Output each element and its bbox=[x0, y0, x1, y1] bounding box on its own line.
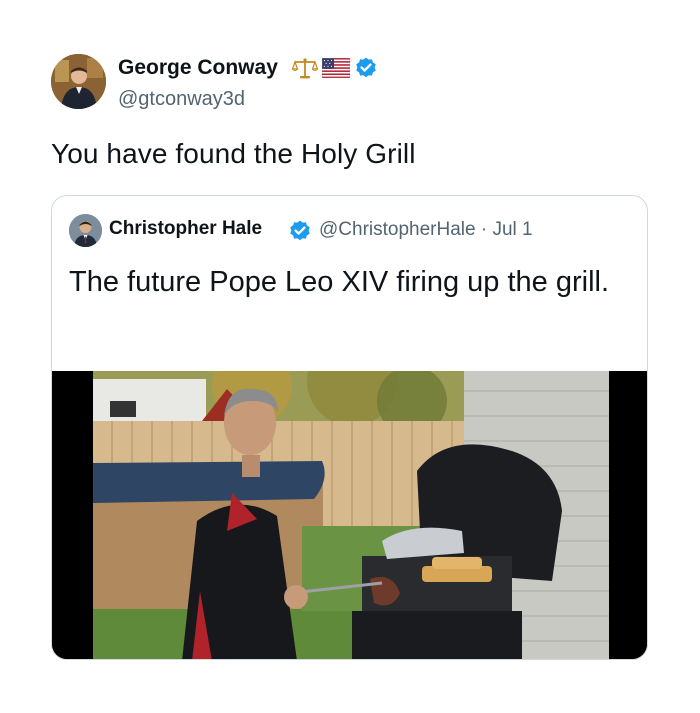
quoted-author-name[interactable]: Christopher Hale bbox=[109, 218, 262, 240]
author-handle[interactable]: @gtconway3d bbox=[118, 88, 245, 111]
us-flag-icon bbox=[322, 58, 350, 78]
author-avatar[interactable] bbox=[51, 54, 106, 109]
quoted-handle[interactable]: @ChristopherHale bbox=[319, 219, 476, 240]
scales-icon bbox=[292, 58, 318, 79]
author-badges bbox=[292, 56, 378, 80]
author-name[interactable]: George Conway bbox=[118, 56, 278, 80]
quoted-tweet-photo[interactable] bbox=[52, 336, 647, 659]
tweet-text: You have found the Holy Grill bbox=[51, 138, 416, 169]
profile-photo-icon bbox=[51, 54, 106, 109]
profile-photo-icon bbox=[69, 214, 102, 247]
quoted-author-avatar[interactable] bbox=[69, 214, 102, 247]
photo-man-grilling-icon bbox=[52, 336, 647, 659]
quoted-meta: @ChristopherHale · Jul 1 bbox=[319, 219, 533, 241]
verified-badge-icon[interactable] bbox=[354, 56, 378, 80]
quoted-verified-badge bbox=[288, 219, 312, 248]
quoted-tweet-text: The future Pope Leo XIV firing up the gr… bbox=[69, 266, 610, 298]
quoted-tweet-card[interactable]: Christopher Hale @ChristopherHale · Jul … bbox=[51, 195, 648, 660]
verified-badge-icon bbox=[290, 220, 310, 241]
quoted-date[interactable]: Jul 1 bbox=[492, 219, 532, 240]
meta-separator: · bbox=[480, 219, 488, 240]
